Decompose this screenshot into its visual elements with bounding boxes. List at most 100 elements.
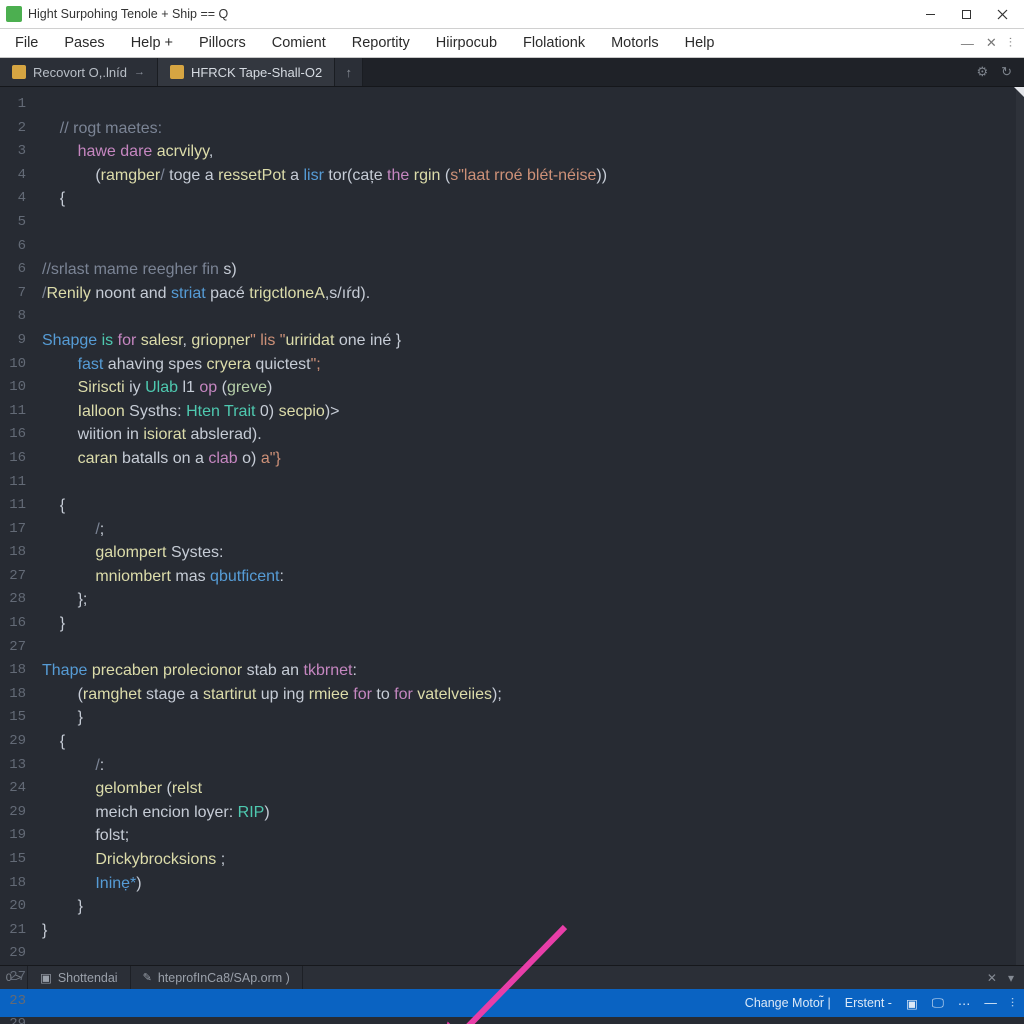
code-line: mniombert mas qbutficent: [42,565,1024,589]
refresh-icon[interactable]: ↻ [1001,64,1012,80]
line-number: 28 [0,588,34,612]
code-line: } [42,895,1024,919]
code-line: /; [42,518,1024,542]
code-line [42,942,1024,965]
menu-pases[interactable]: Pases [51,29,117,57]
chevron-down-icon[interactable]: ▾ [1008,971,1014,985]
line-number-gutter: 1234456678910101116161111171827281627181… [0,87,34,965]
menu-comient[interactable]: Comient [259,29,339,57]
code-line: (ramghet stage a startirut up ing rmiee … [42,683,1024,707]
code-line: { [42,730,1024,754]
pencil-icon: ✎ [143,971,152,984]
tab-recovort[interactable]: Recovort O,.lníd → [0,58,158,86]
panel-label: Shottendai [58,971,118,985]
code-line: Siriscti iy Ulab l1 op (greve) [42,376,1024,400]
tab-label: Recovort O,.lníd [33,65,127,80]
code-line: Thape precaben prolecionor stab an tkbrn… [42,659,1024,683]
panel-hteprof[interactable]: ✎ hteprofInCa8/SAp.orm ) [131,966,303,989]
line-number: 27 [0,565,34,589]
bars-icon[interactable]: ⫶ [1009,35,1012,51]
line-number: 16 [0,612,34,636]
code-line: caran batalls on a clab o) a"} [42,447,1024,471]
line-number: 7 [0,282,34,306]
line-number: 17 [0,518,34,542]
menu-help-plus[interactable]: Help + [118,29,186,57]
menu-flolationk[interactable]: Flolationk [510,29,598,57]
code-content[interactable]: // rogt maetes: hawe dare acrvilyy, (ram… [34,87,1024,965]
line-number: 6 [0,235,34,259]
line-number: 1 [0,93,34,117]
panel-label: hteprofInCa8/SAp.orm ) [158,971,290,985]
code-line: } [42,706,1024,730]
line-number: 2 [0,117,34,141]
code-line: } [42,612,1024,636]
line-number: 5 [0,211,34,235]
status-change-motor[interactable]: Change Motor̃ | [745,996,831,1010]
square-icon: ▣ [40,970,52,985]
dash-icon[interactable]: — [961,36,974,51]
code-line [42,636,1024,660]
code-line: { [42,187,1024,211]
code-line: Drickybrocksions ; [42,848,1024,872]
bottom-panel-tabs: 0 > ▣ Shottendai ✎ hteprofInCa8/SAp.orm … [0,965,1024,989]
line-number: 18 [0,659,34,683]
tab-hfrck[interactable]: HFRCK Tape-Shall-O2 [158,58,335,86]
code-line: { [42,494,1024,518]
close-button[interactable] [984,0,1020,28]
statusbar: Change Motor̃ | Erstent - ▣ 🖵 ⋯ — ⫶ [0,989,1024,1017]
fold-corner-icon [1014,87,1024,97]
menu-reportity[interactable]: Reportity [339,29,423,57]
line-number: 6 [0,258,34,282]
scrollbar-vertical[interactable] [1016,87,1024,965]
menu-motorls[interactable]: Motorls [598,29,672,57]
code-line: (ramgber/ toge a ressetPot a lisr tor(ca… [42,164,1024,188]
code-line: } [42,919,1024,943]
status-icon-5[interactable]: ⫶ [1011,996,1014,1011]
line-number: 11 [0,494,34,518]
gear-icon[interactable]: ⚙ [976,64,988,80]
status-erstent[interactable]: Erstent - [845,996,892,1010]
code-line [42,93,1024,117]
line-number: 29 [0,1013,34,1024]
x-icon[interactable]: ✕ [986,35,997,51]
line-number: 4 [0,187,34,211]
code-line: folst; [42,824,1024,848]
line-number: 27 [0,636,34,660]
line-number: 15 [0,706,34,730]
status-icon-4[interactable]: — [984,996,997,1010]
line-number: 18 [0,683,34,707]
status-icon-2[interactable]: 🖵 [932,996,944,1011]
code-line: hawe dare acrvilyy, [42,140,1024,164]
panel-shottendai[interactable]: ▣ Shottendai [28,966,131,989]
minimize-button[interactable] [912,0,948,28]
code-editor[interactable]: 1234456678910101116161111171827281627181… [0,87,1024,965]
close-panel-icon[interactable]: ✕ [987,971,997,985]
menu-help[interactable]: Help [672,29,728,57]
menu-hiirpocub[interactable]: Hiirpocub [423,29,510,57]
tab-label: HFRCK Tape-Shall-O2 [191,65,322,80]
line-number: 27 [0,966,34,990]
code-line [42,305,1024,329]
line-number: 18 [0,872,34,896]
menu-pillocrs[interactable]: Pillocrs [186,29,259,57]
code-line [42,235,1024,259]
window-title: Hight Surpohing Tenole + Ship == Q [28,7,228,21]
code-line [42,211,1024,235]
line-number: 21 [0,919,34,943]
line-number: 23 [0,990,34,1014]
menubar: File Pases Help + Pillocrs Comient Repor… [0,29,1024,58]
menu-file[interactable]: File [2,29,51,57]
line-number: 19 [0,824,34,848]
code-line [42,471,1024,495]
status-icon-1[interactable]: ▣ [906,996,918,1011]
line-number: 29 [0,942,34,966]
window-titlebar: Hight Surpohing Tenole + Ship == Q [0,0,1024,29]
status-icon-3[interactable]: ⋯ [958,996,971,1011]
line-number: 16 [0,447,34,471]
code-line: Shapge is for salesr, griopņer" lis "uri… [42,329,1024,353]
tab-up-arrow[interactable]: ↑ [335,58,363,86]
app-icon [6,6,22,22]
code-line: galompert Systes: [42,541,1024,565]
maximize-button[interactable] [948,0,984,28]
arrow-right-icon: → [134,66,145,78]
